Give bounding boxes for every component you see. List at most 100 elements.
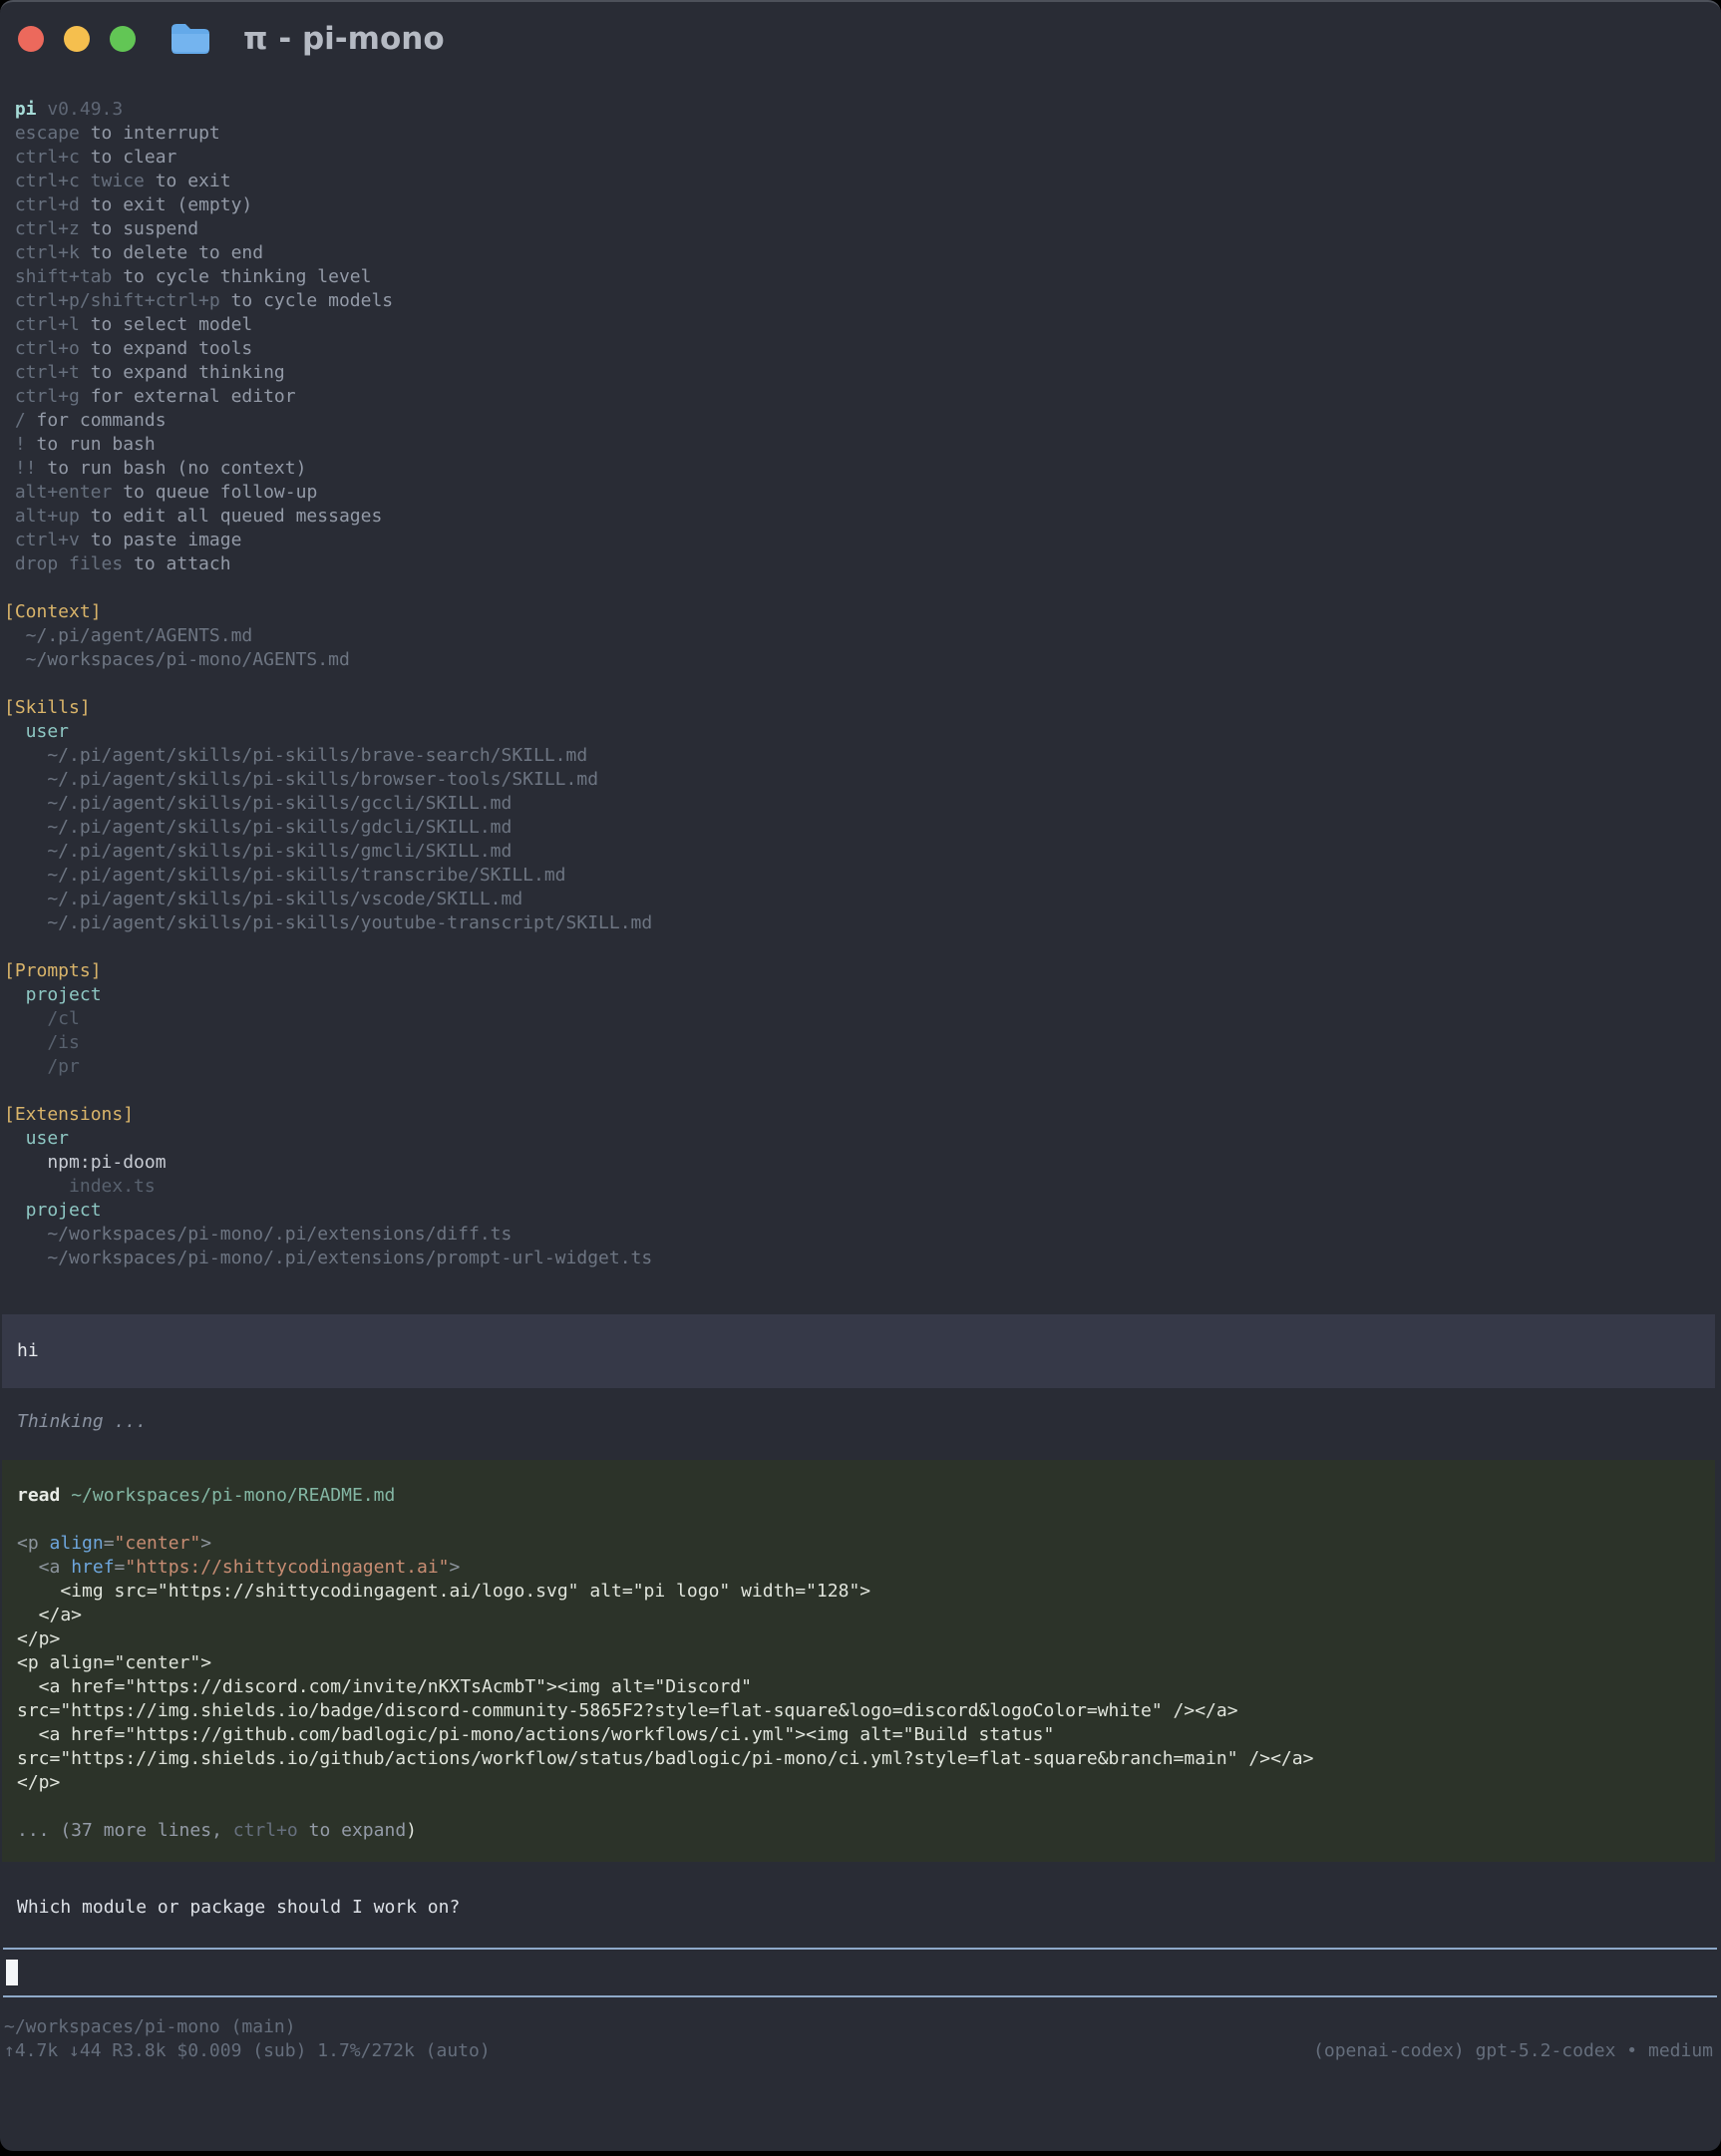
app-name: pi [15, 99, 37, 120]
status-bar: ~/workspaces/pi-mono (main) ↑4.7k ↓44 R3… [4, 2015, 1721, 2063]
truncation-notice: ... (37 more lines, ctrl+o to expand) [17, 1819, 1715, 1843]
shortcut-key: ctrl+o [15, 338, 80, 359]
shortcut-line: ! to run bash [4, 433, 1721, 457]
code-segment: align [50, 1533, 104, 1554]
shortcut-key: shift+tab [15, 266, 113, 287]
shortcut-desc: to attach [123, 553, 230, 574]
section-row: ~/.pi/agent/skills/pi-skills/vscode/SKIL… [4, 888, 1721, 911]
blank-line [17, 1795, 1715, 1819]
section-row: ~/workspaces/pi-mono/AGENTS.md [4, 648, 1721, 672]
shortcut-key: ctrl+c [15, 147, 80, 168]
code-segment: > [200, 1533, 211, 1554]
section-row: user [4, 720, 1721, 744]
terminal-content: pi v0.49.3 escape to interruptctrl+c to c… [0, 76, 1721, 2063]
shortcut-line: shift+tab to cycle thinking level [4, 265, 1721, 289]
cwd-branch: ~/workspaces/pi-mono (main) [4, 2015, 1721, 2039]
shortcut-line: !! to run bash (no context) [4, 457, 1721, 481]
terminal-window: π - pi-mono piv0.49.3 escape to interrup… [0, 0, 1721, 2151]
maximize-button[interactable] [110, 26, 136, 52]
code-line: <a href="https://shittycodingagent.ai"> [17, 1556, 1715, 1580]
section-row: ~/.pi/agent/skills/pi-skills/gdcli/SKILL… [4, 816, 1721, 840]
tool-name: read [17, 1485, 60, 1506]
code-segment: = [104, 1533, 115, 1554]
section-row: project [4, 1199, 1721, 1223]
tool-call-header: read~/workspaces/pi-mono/README.md [17, 1484, 1715, 1508]
code-segment: to expand [298, 1820, 406, 1841]
code-segment: href [71, 1557, 114, 1578]
shortcut-line: ctrl+k to delete to end [4, 241, 1721, 265]
shortcut-desc: to run bash (no context) [37, 458, 307, 479]
shortcut-desc: to suspend [80, 218, 198, 239]
shortcut-key: !! [15, 458, 37, 479]
code-line: <p align="center"> [17, 1532, 1715, 1556]
shortcut-line: ctrl+l to select model [4, 313, 1721, 337]
section-header: [Context] [4, 600, 1721, 624]
section-row: index.ts [4, 1175, 1721, 1199]
shortcut-line: ctrl+z to suspend [4, 217, 1721, 241]
shortcut-line: ctrl+v to paste image [4, 529, 1721, 552]
code-line: <p align="center"> [17, 1651, 1715, 1675]
shortcut-key: ctrl+d [15, 194, 80, 215]
section-row: project [4, 983, 1721, 1007]
startup-sections: [Context]~/.pi/agent/AGENTS.md~/workspac… [4, 600, 1721, 1270]
shortcut-key: ctrl+k [15, 242, 80, 263]
blank-line [17, 1508, 1715, 1532]
app-version-line: pi v0.49.3 [4, 98, 1721, 122]
section-row: /is [4, 1031, 1721, 1055]
help-shortcuts: escape to interruptctrl+c to clearctrl+c… [4, 122, 1721, 576]
code-segment: </p> [17, 1772, 60, 1793]
shortcut-line: escape to interrupt [4, 122, 1721, 146]
shortcut-line: alt+enter to queue follow-up [4, 481, 1721, 505]
section-row: user [4, 1127, 1721, 1151]
section-row: /cl [4, 1007, 1721, 1031]
code-segment: <p align="center"> [17, 1652, 211, 1673]
section-row: ~/.pi/agent/AGENTS.md [4, 624, 1721, 648]
shortcut-key: ! [15, 434, 26, 455]
close-button[interactable] [18, 26, 44, 52]
section-row: ~/.pi/agent/skills/pi-skills/brave-searc… [4, 744, 1721, 768]
section-row: ~/.pi/agent/skills/pi-skills/gmcli/SKILL… [4, 840, 1721, 864]
shortcut-line: ctrl+c to clear [4, 146, 1721, 170]
shortcut-line: ctrl+g for external editor [4, 385, 1721, 409]
minimize-button[interactable] [64, 26, 90, 52]
app-version: v0.49.3 [47, 99, 123, 120]
section-row: ~/.pi/agent/skills/pi-skills/gccli/SKILL… [4, 792, 1721, 816]
shortcut-desc: to interrupt [80, 123, 220, 144]
section-row: ~/workspaces/pi-mono/.pi/extensions/prom… [4, 1247, 1721, 1270]
shortcut-desc: to cycle thinking level [112, 266, 371, 287]
shortcut-line: alt+up to edit all queued messages [4, 505, 1721, 529]
shortcut-desc: to expand thinking [80, 362, 285, 383]
section-header: [Prompts] [4, 959, 1721, 983]
shortcut-desc: to run bash [26, 434, 156, 455]
code-segment: <p [17, 1533, 50, 1554]
code-line: src="https://img.shields.io/github/actio… [17, 1747, 1715, 1771]
prompt-input[interactable] [3, 1948, 1717, 1997]
shortcut-line: drop files to attach [4, 552, 1721, 576]
code-line: </a> [17, 1604, 1715, 1627]
shortcut-line: ctrl+t to expand thinking [4, 361, 1721, 385]
tool-output-code: <p align="center"> <a href="https://shit… [17, 1532, 1715, 1795]
code-segment: src="https://img.shields.io/badge/discor… [17, 1700, 1238, 1721]
section-row: /pr [4, 1055, 1721, 1079]
section: [Context]~/.pi/agent/AGENTS.md~/workspac… [4, 600, 1721, 672]
tool-call-panel: read~/workspaces/pi-mono/README.md <p al… [2, 1460, 1715, 1862]
assistant-question: Which module or package should I work on… [4, 1896, 1721, 1920]
shortcut-line: ctrl+o to expand tools [4, 337, 1721, 361]
user-message-text: hi [17, 1340, 39, 1361]
model-info: (openai-codex) gpt-5.2-codex • medium [1313, 2039, 1713, 2063]
shortcut-desc: to exit (empty) [80, 194, 252, 215]
code-segment: = [115, 1557, 126, 1578]
section: [Skills]user~/.pi/agent/skills/pi-skills… [4, 696, 1721, 935]
shortcut-key: ctrl+p/shift+ctrl+p [15, 290, 220, 311]
shortcut-desc: for commands [26, 410, 167, 431]
shortcut-line: ctrl+p/shift+ctrl+p to cycle models [4, 289, 1721, 313]
code-segment: ) [406, 1820, 417, 1841]
text-cursor [6, 1960, 18, 1985]
shortcut-desc: to clear [80, 147, 177, 168]
shortcut-key: alt+enter [15, 482, 113, 503]
code-segment: > [450, 1557, 461, 1578]
thinking-indicator: Thinking ... [4, 1410, 1721, 1434]
section-header: [Extensions] [4, 1103, 1721, 1127]
shortcut-key: drop files [15, 553, 123, 574]
code-line: <img src="https://shittycodingagent.ai/l… [17, 1580, 1715, 1604]
